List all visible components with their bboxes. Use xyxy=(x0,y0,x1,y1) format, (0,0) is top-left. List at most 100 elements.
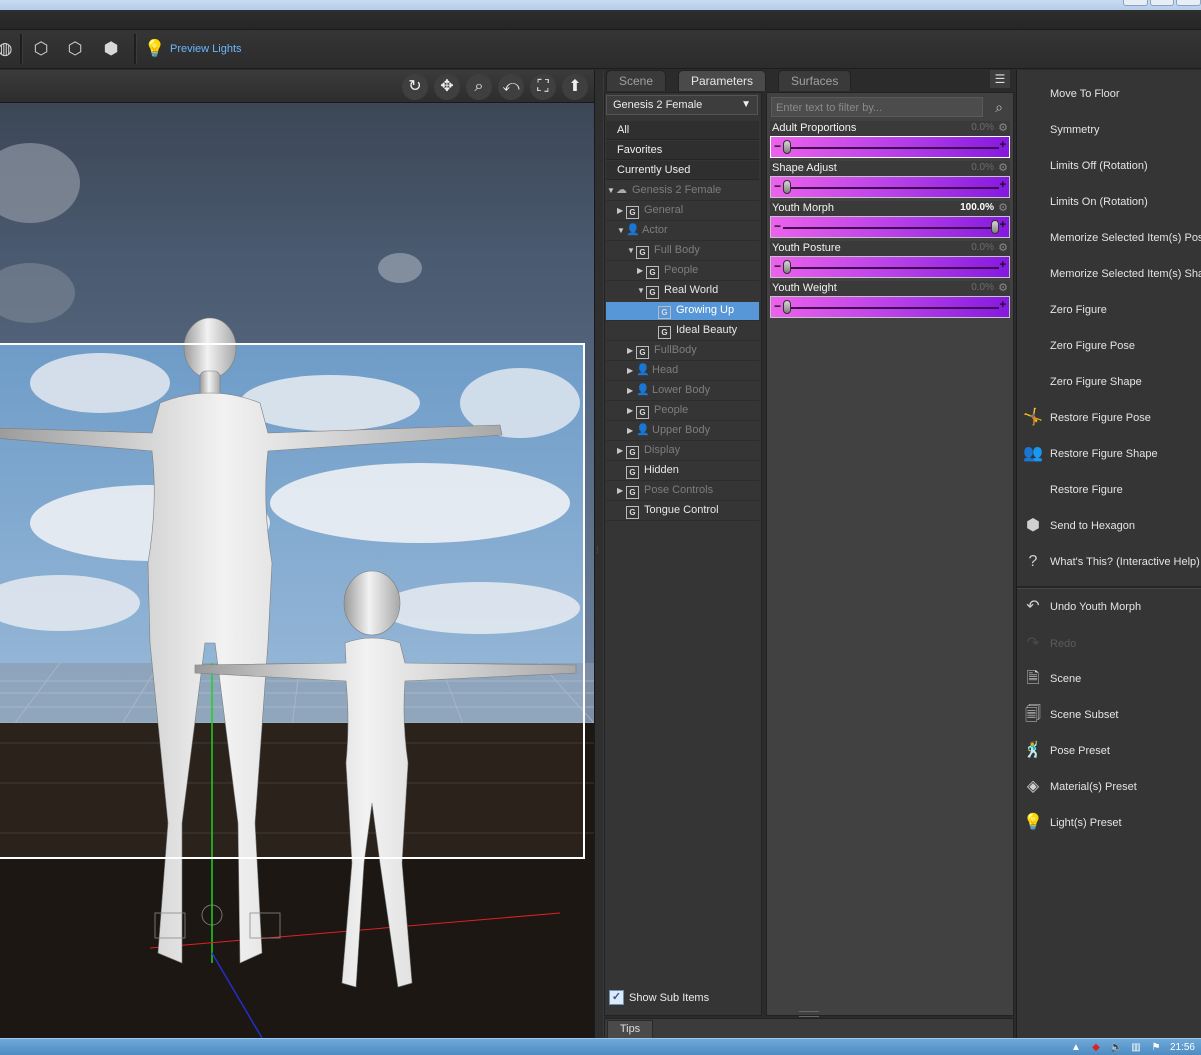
show-sub-items-toggle[interactable]: ✓ Show Sub Items xyxy=(609,990,709,1005)
plus-icon[interactable]: + xyxy=(1000,259,1006,271)
resize-grip-icon[interactable] xyxy=(799,1011,819,1017)
tab-scene[interactable]: Scene xyxy=(606,70,667,91)
tree-node-genesis[interactable]: ▼☁ Genesis 2 Female xyxy=(607,181,721,200)
plus-icon[interactable]: + xyxy=(1000,139,1006,151)
up-arrow-icon[interactable]: ▲ xyxy=(1070,1042,1082,1053)
plus-icon[interactable]: + xyxy=(1000,179,1006,191)
slider-knob[interactable] xyxy=(783,260,791,274)
slider-knob[interactable] xyxy=(783,300,791,314)
action-restore-pose[interactable]: 🤸 Restore Figure Pose xyxy=(1017,401,1201,435)
category-all[interactable]: All xyxy=(606,121,759,140)
figure-select[interactable]: Genesis 2 Female ▼ xyxy=(606,95,758,115)
tree-node-tongue-control[interactable]: G Tongue Control xyxy=(626,501,719,520)
action-save-light-preset[interactable]: 💡 Light(s) Preset xyxy=(1017,806,1201,840)
zoom-icon[interactable]: ⌕ xyxy=(466,74,492,100)
close-button[interactable] xyxy=(1176,0,1201,6)
action-limits-on[interactable]: Limits On (Rotation) xyxy=(1017,185,1201,219)
preview-lights-button[interactable]: 💡 Preview Lights xyxy=(144,38,242,60)
tree-node-ideal-beauty[interactable]: G Ideal Beauty xyxy=(658,321,737,340)
minus-icon[interactable]: − xyxy=(774,179,781,193)
action-zero-figure[interactable]: Zero Figure xyxy=(1017,293,1201,327)
maximize-button[interactable] xyxy=(1149,0,1175,6)
gear-icon[interactable]: ⚙ xyxy=(998,201,1008,214)
tree-node-display[interactable]: ▶ G Display xyxy=(617,441,680,460)
frame-icon[interactable]: ⛶ xyxy=(530,74,556,100)
plus-icon[interactable]: + xyxy=(1000,299,1006,311)
tree-node-hidden[interactable]: G Hidden xyxy=(626,461,679,480)
volume-icon[interactable]: 🔈 xyxy=(1110,1042,1122,1053)
action-restore-figure[interactable]: Restore Figure xyxy=(1017,473,1201,507)
tree-node-head[interactable]: ▶ 👤 Head xyxy=(627,361,678,380)
tree-node-people[interactable]: ▶ G People xyxy=(637,261,698,280)
minus-icon[interactable]: − xyxy=(774,139,781,153)
parameter-slider[interactable]: Adult Proportions 0.0% ⚙ − + xyxy=(770,121,1010,159)
globe-icon[interactable]: ◍ xyxy=(0,38,16,60)
viewport[interactable]: ↻ ✥ ⌕ ⤺ ⛶ ⬆ xyxy=(0,70,594,1038)
pan-icon[interactable]: ✥ xyxy=(434,74,460,100)
pane-splitter[interactable]: ⁞ xyxy=(594,70,604,1038)
tree-node-lower-body[interactable]: ▶ 👤 Lower Body xyxy=(627,381,710,400)
slider-bar[interactable]: − + xyxy=(770,176,1010,198)
action-redo[interactable]: ↷ Redo xyxy=(1017,627,1201,661)
action-save-scene[interactable]: 🗎 Scene xyxy=(1017,662,1201,696)
action-zero-figure-pose[interactable]: Zero Figure Pose xyxy=(1017,329,1201,363)
minus-icon[interactable]: − xyxy=(774,219,781,233)
slider-value[interactable]: 0.0% xyxy=(971,122,994,133)
action-zero-figure-shape[interactable]: Zero Figure Shape xyxy=(1017,365,1201,399)
new-node-icon[interactable]: ⬢ xyxy=(100,38,122,60)
slider-bar[interactable]: − + xyxy=(770,256,1010,278)
camera-up-icon[interactable]: ⬆ xyxy=(562,74,588,100)
pane-menu-icon[interactable]: ☰ xyxy=(990,70,1010,88)
checkbox-checked-icon[interactable]: ✓ xyxy=(609,990,624,1005)
tab-surfaces[interactable]: Surfaces xyxy=(778,70,852,91)
new-group-icon[interactable]: ⬡ xyxy=(64,38,86,60)
tree-node-actor[interactable]: ▼👤 Actor xyxy=(617,221,668,240)
action-restore-shape[interactable]: 👥 Restore Figure Shape xyxy=(1017,437,1201,471)
slider-knob[interactable] xyxy=(991,220,999,234)
new-primitive-icon[interactable]: ⬡ xyxy=(30,38,52,60)
parameter-slider[interactable]: Youth Morph 100.0% ⚙ − + xyxy=(770,201,1010,239)
gear-icon[interactable]: ⚙ xyxy=(998,241,1008,254)
action-whats-this[interactable]: ? What's This? (Interactive Help) xyxy=(1017,545,1201,579)
action-limits-off[interactable]: Limits Off (Rotation) xyxy=(1017,149,1201,183)
action-move-to-floor[interactable]: Move To Floor xyxy=(1017,77,1201,111)
minimize-button[interactable] xyxy=(1123,0,1148,6)
plus-icon[interactable]: + xyxy=(1000,219,1006,231)
action-send-hexagon[interactable]: ⬢ Send to Hexagon xyxy=(1017,509,1201,543)
slider-value[interactable]: 0.0% xyxy=(971,162,994,173)
clock[interactable]: 21:56 xyxy=(1170,1042,1195,1053)
slider-value[interactable]: 0.0% xyxy=(971,282,994,293)
slider-knob[interactable] xyxy=(783,140,791,154)
minus-icon[interactable]: − xyxy=(774,299,781,313)
tree-node-fullbody[interactable]: ▶ G FullBody xyxy=(627,341,697,360)
minus-icon[interactable]: − xyxy=(774,259,781,273)
flag-icon[interactable]: ⚑ xyxy=(1150,1042,1162,1053)
action-save-pose-preset[interactable]: 🕺 Pose Preset xyxy=(1017,734,1201,768)
orbit-icon[interactable]: ↻ xyxy=(402,74,428,100)
parameter-slider[interactable]: Youth Posture 0.0% ⚙ − + xyxy=(770,241,1010,279)
tree-node-general[interactable]: ▶ G General xyxy=(617,201,683,220)
slider-bar[interactable]: − + xyxy=(770,296,1010,318)
tree-node-people-2[interactable]: ▶ G People xyxy=(627,401,688,420)
action-save-scene-subset[interactable]: 🗐 Scene Subset xyxy=(1017,698,1201,732)
tree-node-upper-body[interactable]: ▶ 👤 Upper Body xyxy=(627,421,710,440)
tree-node-real-world[interactable]: ▼ G Real World xyxy=(637,281,718,300)
action-memorize-pose[interactable]: Memorize Selected Item(s) Pose xyxy=(1017,221,1201,255)
action-memorize-shape[interactable]: Memorize Selected Item(s) Shape xyxy=(1017,257,1201,291)
slider-value[interactable]: 0.0% xyxy=(971,242,994,253)
action-undo[interactable]: ↶ Undo Youth Morph xyxy=(1017,590,1201,624)
category-favorites[interactable]: Favorites xyxy=(606,141,759,160)
parameter-slider[interactable]: Shape Adjust 0.0% ⚙ − + xyxy=(770,161,1010,199)
antivirus-icon[interactable]: ◆ xyxy=(1090,1042,1102,1053)
tree-node-pose-controls[interactable]: ▶ G Pose Controls xyxy=(617,481,713,500)
slider-bar[interactable]: − + xyxy=(770,216,1010,238)
category-currently-used[interactable]: Currently Used xyxy=(606,161,759,180)
slider-bar[interactable]: − + xyxy=(770,136,1010,158)
gear-icon[interactable]: ⚙ xyxy=(998,121,1008,134)
slider-knob[interactable] xyxy=(783,180,791,194)
action-save-material-preset[interactable]: ◈ Material(s) Preset xyxy=(1017,770,1201,804)
gear-icon[interactable]: ⚙ xyxy=(998,161,1008,174)
gear-icon[interactable]: ⚙ xyxy=(998,281,1008,294)
scene-render[interactable] xyxy=(0,103,594,1038)
filter-input[interactable]: Enter text to filter by... xyxy=(771,97,983,117)
